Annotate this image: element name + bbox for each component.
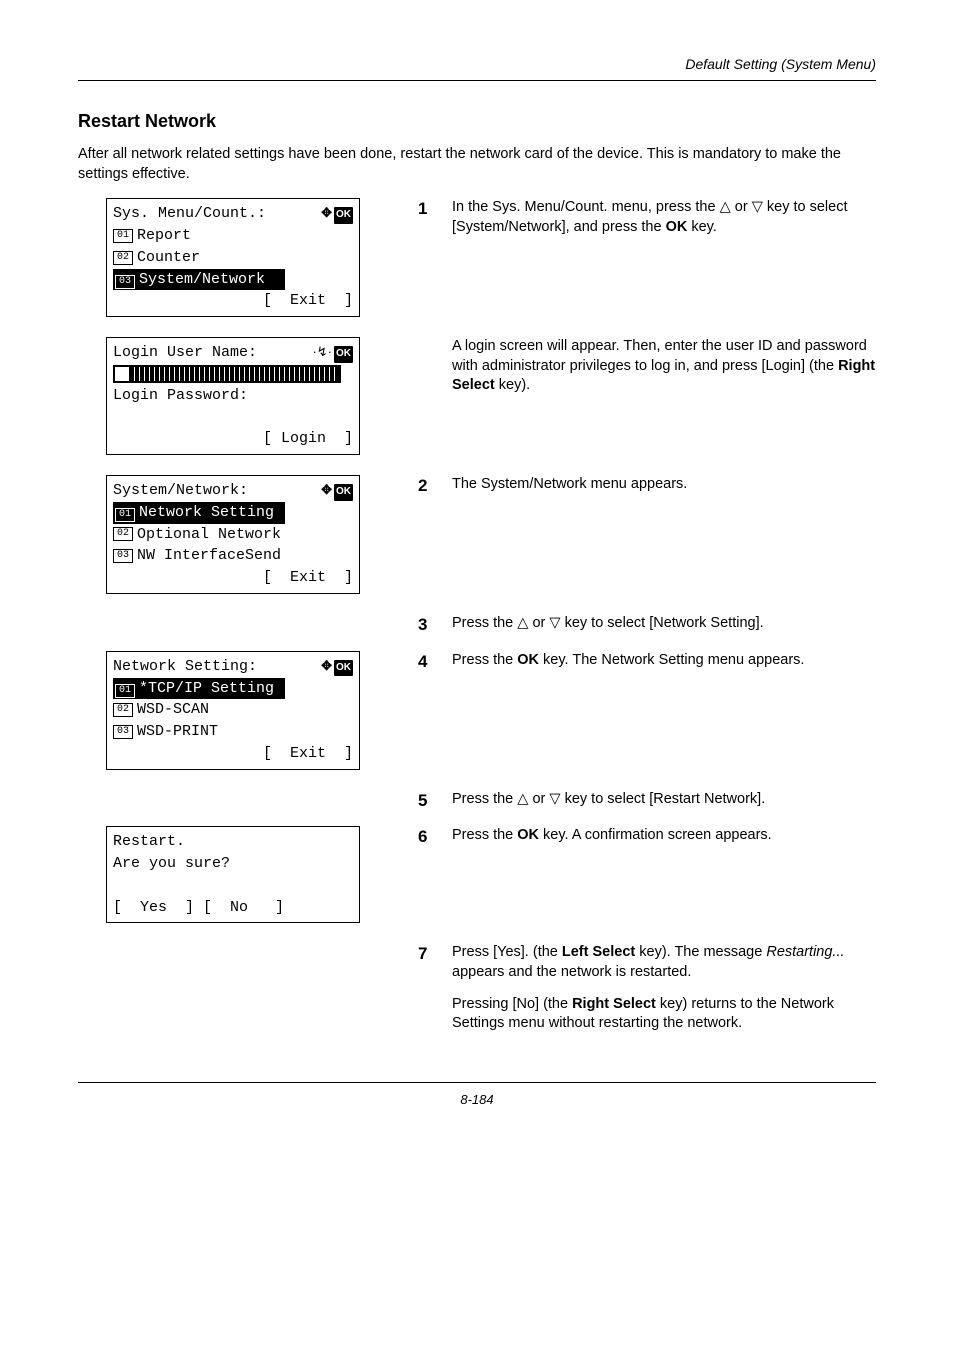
lcd4-softkey-exit: [ Exit ] [263, 743, 353, 765]
lcd3-row1-highlight: 01 Network Setting [113, 502, 285, 524]
lcd1-item3: System/Network [139, 271, 265, 288]
lcd3-title: System/Network: [113, 480, 248, 502]
arrows-ok-icons: ✥OK [321, 480, 353, 502]
lcd3-num3: 03 [113, 549, 133, 563]
arrows-icon: ✥ [321, 481, 332, 500]
lcd4-num1: 01 [115, 684, 135, 698]
step-num-6: 6 [418, 826, 436, 849]
lcd1-item1: Report [137, 225, 191, 247]
lcd1-softkey-exit: [ Exit ] [263, 290, 353, 312]
lcd4-row1-highlight: 01 *TCP/IP Setting [113, 678, 285, 700]
ok-icon: OK [334, 484, 353, 501]
step-num-7: 7 [418, 943, 436, 1033]
lcd2-line1: Login User Name: [113, 342, 257, 364]
lcd4-num3: 03 [113, 725, 133, 739]
lcd1-item2: Counter [137, 247, 200, 269]
lcd2-input-field [113, 365, 341, 383]
lcd1-title: Sys. Menu/Count.: [113, 203, 266, 225]
lcd4-item3: WSD-PRINT [137, 721, 218, 743]
arrows-ok-icons: ✥OK [321, 656, 353, 678]
step-1-extra-text: A login screen will appear. Then, enter … [452, 337, 876, 396]
down-triangle-icon: ▽ [549, 615, 560, 631]
cursor-icon: ·↯· [312, 343, 332, 362]
down-triangle-icon: ▽ [549, 791, 560, 807]
step-7-text: Press [Yes]. (the Left Select key). The … [452, 943, 876, 1033]
lcd-system-network: System/Network: ✥OK 01 Network Setting 02… [106, 475, 360, 594]
cursor-ok-icons: ·↯·OK [312, 342, 353, 364]
step-num-2: 2 [418, 475, 436, 498]
lcd-restart-confirm: Restart. Are you sure? [ Yes ] [ No ] [106, 826, 360, 923]
lcd5-softkeys: [ Yes ] [ No ] [113, 897, 284, 919]
arrows-icon: ✥ [321, 204, 332, 223]
lcd3-item3: NW InterfaceSend [137, 545, 281, 567]
lcd4-item2: WSD-SCAN [137, 699, 209, 721]
step-2-text: The System/Network menu appears. [452, 475, 876, 498]
heading-restart-network: Restart Network [78, 109, 876, 133]
step-5-text: Press the △ or ▽ key to select [Restart … [452, 790, 876, 813]
page-number: 8-184 [78, 1082, 876, 1109]
lcd1-num2: 02 [113, 251, 133, 265]
lcd-network-setting: Network Setting: ✥OK 01 *TCP/IP Setting 0… [106, 651, 360, 770]
ok-icon: OK [334, 660, 353, 677]
down-triangle-icon: ▽ [752, 199, 763, 215]
up-triangle-icon: △ [517, 791, 528, 807]
lcd4-num2: 02 [113, 703, 133, 717]
ok-icon: OK [334, 207, 353, 224]
lcd2-softkey-login: [ Login ] [263, 428, 353, 450]
arrows-ok-icons: ✥OK [321, 203, 353, 225]
up-triangle-icon: △ [720, 199, 731, 215]
ok-icon: OK [334, 346, 353, 363]
step-num-3: 3 [418, 614, 436, 637]
step-3-text: Press the △ or ▽ key to select [Network … [452, 614, 876, 637]
lcd3-num1: 01 [115, 508, 135, 522]
lcd-login: Login User Name: ·↯·OK Login Password: [… [106, 337, 360, 455]
step-num-5: 5 [418, 790, 436, 813]
up-triangle-icon: △ [517, 615, 528, 631]
running-header: Default Setting (System Menu) [78, 55, 876, 81]
intro-text: After all network related settings have … [78, 145, 876, 184]
lcd1-num1: 01 [113, 229, 133, 243]
step-num-1: 1 [418, 198, 436, 237]
step-1-text: In the Sys. Menu/Count. menu, press the … [452, 198, 876, 237]
lcd4-title: Network Setting: [113, 656, 257, 678]
arrows-icon: ✥ [321, 657, 332, 676]
lcd4-item1: *TCP/IP Setting [139, 680, 274, 697]
lcd3-item2: Optional Network [137, 524, 281, 546]
step-4-text: Press the OK key. The Network Setting me… [452, 651, 876, 674]
lcd3-item1: Network Setting [139, 504, 274, 521]
lcd5-line2: Are you sure? [113, 853, 230, 875]
lcd1-row3-highlight: 03 System/Network [113, 269, 285, 291]
lcd2-line3: Login Password: [113, 385, 248, 407]
lcd3-num2: 02 [113, 527, 133, 541]
lcd3-softkey-exit: [ Exit ] [263, 567, 353, 589]
lcd-sys-menu: Sys. Menu/Count.: ✥OK 01 Report 02 Counter… [106, 198, 360, 317]
step-num-4: 4 [418, 651, 436, 674]
step-6-text: Press the OK key. A confirmation screen … [452, 826, 876, 849]
lcd1-num3: 03 [115, 275, 135, 289]
step-num-blank [418, 337, 436, 396]
lcd5-line1: Restart. [113, 831, 185, 853]
